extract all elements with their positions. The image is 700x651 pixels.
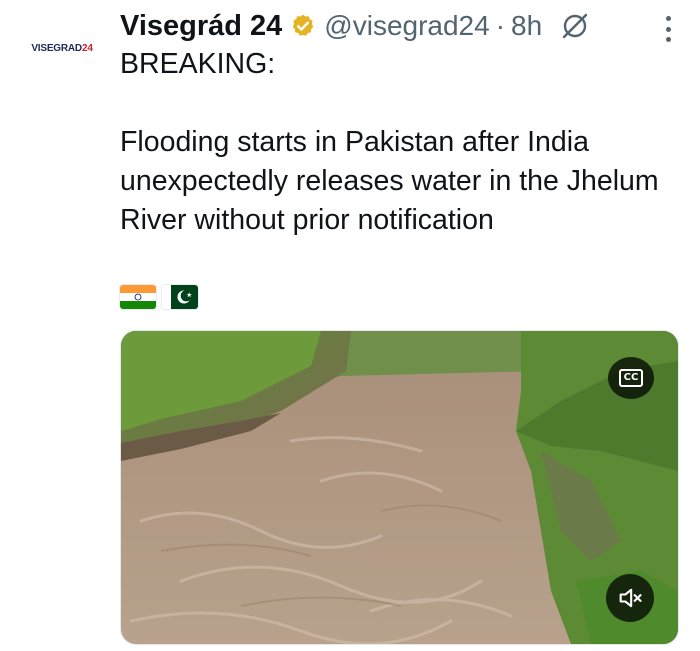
more-vertical-icon[interactable] [664, 16, 672, 42]
cc-icon: CC [618, 369, 644, 387]
verified-badge-icon[interactable] [290, 13, 316, 39]
grok-icon[interactable] [560, 11, 590, 41]
india-flag-icon [120, 285, 156, 309]
timestamp[interactable]: 8h [511, 10, 542, 42]
video-frame [121, 331, 678, 644]
avatar[interactable]: VISEGRAD24 [16, 16, 108, 80]
pakistan-flag-icon [162, 285, 198, 309]
avatar-logo: VISEGRAD24 [31, 42, 93, 54]
flag-emojis [120, 285, 198, 309]
closed-captions-button[interactable]: CC [608, 357, 654, 399]
mute-toggle-button[interactable] [606, 574, 654, 622]
video-player[interactable]: CC [120, 330, 679, 645]
handle[interactable]: @visegrad24 [324, 10, 489, 42]
display-name[interactable]: Visegrád 24 [120, 10, 282, 43]
separator-dot: · [495, 10, 506, 41]
tweet-header: Visegrád 24 @visegrad24 · 8h [120, 6, 680, 46]
tweet-line-breaking: BREAKING: [120, 48, 276, 80]
muted-speaker-icon [619, 588, 642, 608]
tweet-text: BREAKING: Flooding starts in Pakistan af… [120, 45, 680, 240]
tweet-line-body: Flooding starts in Pakistan after India … [120, 126, 659, 236]
